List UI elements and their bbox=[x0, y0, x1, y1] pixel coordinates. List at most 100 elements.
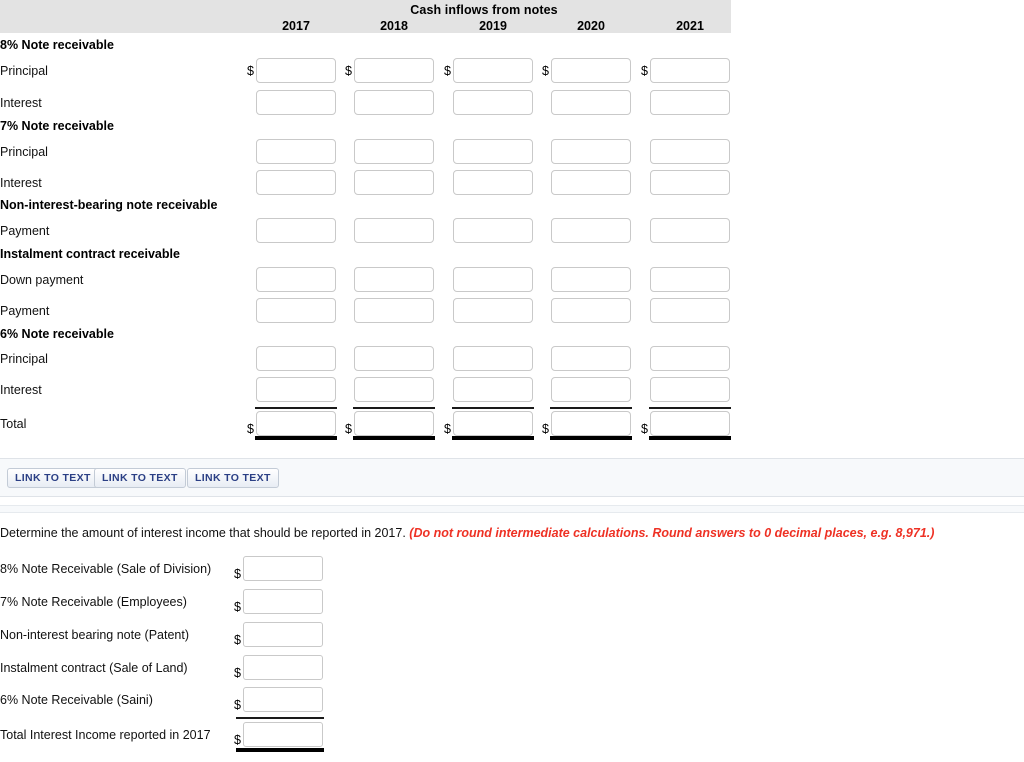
schedule-input-2018[interactable] bbox=[354, 139, 434, 164]
interest-income-input[interactable] bbox=[243, 722, 323, 747]
schedule-input-2017[interactable] bbox=[256, 218, 336, 243]
section-heading: 6% Note receivable bbox=[0, 327, 114, 341]
subtotal-rule bbox=[255, 407, 337, 409]
row-label: Interest bbox=[0, 96, 42, 110]
schedule-input-2020[interactable] bbox=[551, 346, 631, 371]
schedule-input-2017[interactable] bbox=[256, 298, 336, 323]
schedule-cell bbox=[551, 218, 631, 243]
schedule-input-2017[interactable] bbox=[256, 139, 336, 164]
schedule-cell bbox=[256, 170, 336, 195]
schedule-input-2021[interactable] bbox=[650, 298, 730, 323]
schedule-input-2019[interactable] bbox=[453, 139, 533, 164]
interest-income-input[interactable] bbox=[243, 589, 323, 614]
schedule-input-2020[interactable] bbox=[551, 170, 631, 195]
total-input-2017[interactable] bbox=[256, 411, 336, 436]
schedule-input-2021[interactable] bbox=[650, 90, 730, 115]
link-to-text-button[interactable]: LINK TO TEXT bbox=[94, 468, 186, 488]
schedule-cell bbox=[551, 58, 631, 83]
schedule-cell bbox=[453, 170, 533, 195]
schedule-input-2020[interactable] bbox=[551, 377, 631, 402]
interest-income-input[interactable] bbox=[243, 687, 323, 712]
schedule-input-2020[interactable] bbox=[551, 218, 631, 243]
schedule-input-2021[interactable] bbox=[650, 58, 730, 83]
schedule-input-2021[interactable] bbox=[650, 346, 730, 371]
schedule-input-2017[interactable] bbox=[256, 377, 336, 402]
schedule-cell bbox=[453, 267, 533, 292]
question-text: Determine the amount of interest income … bbox=[0, 526, 406, 540]
schedule-input-2021[interactable] bbox=[650, 139, 730, 164]
total-input-2021[interactable] bbox=[650, 411, 730, 436]
total-cell bbox=[256, 411, 336, 436]
schedule-cell bbox=[453, 58, 533, 83]
schedule-input-2019[interactable] bbox=[453, 346, 533, 371]
currency-symbol: $ bbox=[234, 666, 241, 680]
schedule-cell bbox=[551, 267, 631, 292]
schedule-input-2021[interactable] bbox=[650, 170, 730, 195]
subtotal-rule bbox=[649, 407, 731, 409]
subtotal-rule bbox=[353, 407, 435, 409]
schedule-input-2019[interactable] bbox=[453, 170, 533, 195]
currency-symbol: $ bbox=[234, 698, 241, 712]
link-to-text-bar: LINK TO TEXT LINK TO TEXT LINK TO TEXT bbox=[0, 458, 1024, 497]
schedule-input-2019[interactable] bbox=[453, 58, 533, 83]
schedule-input-2020[interactable] bbox=[551, 139, 631, 164]
schedule-input-2018[interactable] bbox=[354, 267, 434, 292]
schedule-input-2017[interactable] bbox=[256, 90, 336, 115]
schedule-input-2021[interactable] bbox=[650, 218, 730, 243]
schedule-cell bbox=[650, 267, 730, 292]
schedule-input-2018[interactable] bbox=[354, 298, 434, 323]
schedule-input-2018[interactable] bbox=[354, 170, 434, 195]
schedule-input-2020[interactable] bbox=[551, 298, 631, 323]
interest-income-input[interactable] bbox=[243, 556, 323, 581]
grand-total-rule bbox=[353, 436, 435, 440]
row-label: Down payment bbox=[0, 273, 84, 287]
total-input-2020[interactable] bbox=[551, 411, 631, 436]
schedule-input-2020[interactable] bbox=[551, 58, 631, 83]
schedule-input-2019[interactable] bbox=[453, 377, 533, 402]
total-input-2018[interactable] bbox=[354, 411, 434, 436]
schedule-input-2018[interactable] bbox=[354, 90, 434, 115]
total-cell bbox=[354, 411, 434, 436]
currency-symbol: $ bbox=[247, 422, 254, 436]
currency-symbol: $ bbox=[234, 600, 241, 614]
currency-symbol: $ bbox=[234, 733, 241, 747]
schedule-cell bbox=[354, 377, 434, 402]
row-label: Interest bbox=[0, 383, 42, 397]
schedule-input-2018[interactable] bbox=[354, 346, 434, 371]
schedule-input-2017[interactable] bbox=[256, 58, 336, 83]
schedule-input-2017[interactable] bbox=[256, 346, 336, 371]
schedule-cell bbox=[650, 90, 730, 115]
schedule-input-2018[interactable] bbox=[354, 58, 434, 83]
link-to-text-button[interactable]: LINK TO TEXT bbox=[7, 468, 99, 488]
schedule-input-2020[interactable] bbox=[551, 267, 631, 292]
schedule-input-2021[interactable] bbox=[650, 377, 730, 402]
schedule-input-2018[interactable] bbox=[354, 218, 434, 243]
section-divider-band bbox=[0, 505, 1024, 513]
interest-income-cell bbox=[243, 589, 323, 614]
schedule-input-2018[interactable] bbox=[354, 377, 434, 402]
schedule-cell bbox=[650, 58, 730, 83]
schedule-cell bbox=[354, 298, 434, 323]
schedule-input-2017[interactable] bbox=[256, 267, 336, 292]
currency-symbol: $ bbox=[345, 64, 352, 78]
schedule-input-2019[interactable] bbox=[453, 298, 533, 323]
schedule-input-2019[interactable] bbox=[453, 90, 533, 115]
interest-income-input[interactable] bbox=[243, 655, 323, 680]
schedule-cell bbox=[650, 139, 730, 164]
question-grand-total-rule bbox=[236, 748, 324, 752]
schedule-input-2017[interactable] bbox=[256, 170, 336, 195]
schedule-input-2020[interactable] bbox=[551, 90, 631, 115]
currency-symbol: $ bbox=[542, 64, 549, 78]
grand-total-rule bbox=[649, 436, 731, 440]
schedule-cell bbox=[453, 139, 533, 164]
interest-income-cell bbox=[243, 655, 323, 680]
grand-total-rule bbox=[255, 436, 337, 440]
schedule-cell bbox=[551, 377, 631, 402]
schedule-input-2021[interactable] bbox=[650, 267, 730, 292]
interest-income-input[interactable] bbox=[243, 622, 323, 647]
currency-symbol: $ bbox=[641, 64, 648, 78]
schedule-input-2019[interactable] bbox=[453, 218, 533, 243]
total-input-2019[interactable] bbox=[453, 411, 533, 436]
schedule-input-2019[interactable] bbox=[453, 267, 533, 292]
link-to-text-button[interactable]: LINK TO TEXT bbox=[187, 468, 279, 488]
